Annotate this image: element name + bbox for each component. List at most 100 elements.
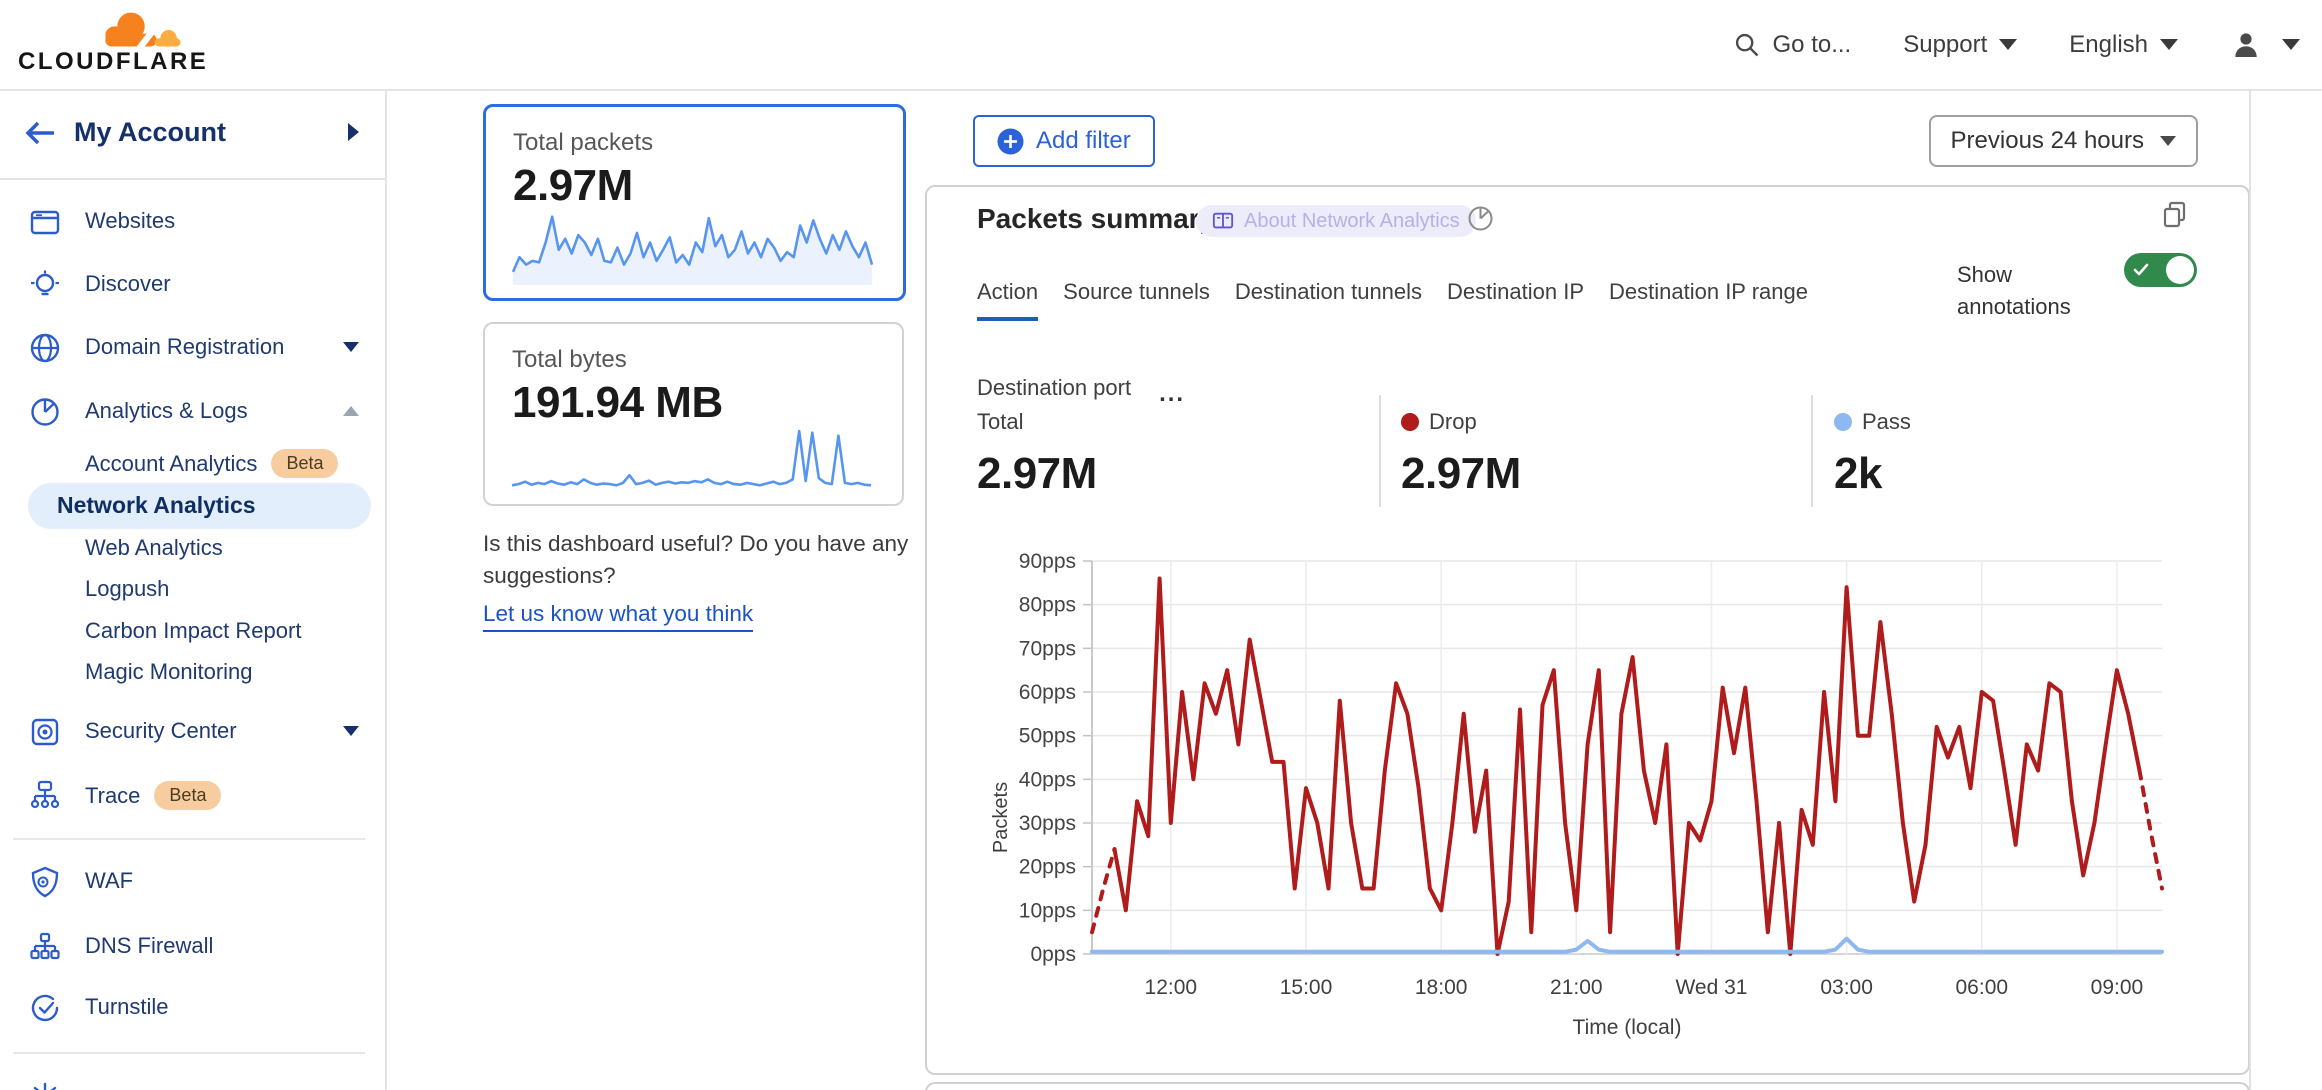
packets-sparkline xyxy=(510,207,875,287)
support-label: Support xyxy=(1903,31,1987,59)
total-bytes-card[interactable]: Total bytes 191.94 MB xyxy=(483,322,904,506)
chevron-down-icon xyxy=(343,342,359,352)
sidebar-item-label: DNS Firewall xyxy=(85,933,213,959)
goto-search[interactable]: Go to... xyxy=(1733,31,1852,59)
account-menu[interactable] xyxy=(2230,29,2300,61)
sidebar-item-web-analytics[interactable]: Web Analytics xyxy=(0,527,385,571)
sidebar-item-label: Logpush xyxy=(85,576,169,602)
check-circle-icon xyxy=(28,991,62,1025)
stat-total-value: 2.97M xyxy=(977,449,1097,499)
total-packets-value: 2.97M xyxy=(513,161,633,211)
feedback-link[interactable]: Let us know what you think xyxy=(483,598,753,632)
chevron-up-icon xyxy=(343,406,359,416)
sidebar-item-discover[interactable]: Discover xyxy=(0,263,385,307)
globe-icon xyxy=(28,331,62,365)
back-arrow-icon[interactable] xyxy=(20,115,60,151)
websites-icon xyxy=(28,205,62,239)
sidebar-item-label: TraceBeta xyxy=(85,781,221,810)
sidebar-item-waf[interactable]: WAF xyxy=(0,860,385,904)
tab-action[interactable]: Action xyxy=(977,279,1038,321)
total-bytes-label: Total bytes xyxy=(512,346,627,374)
sidebar-item-label: Network Analytics xyxy=(57,492,256,519)
check-icon xyxy=(2132,261,2150,279)
svg-text:0pps: 0pps xyxy=(1030,943,1076,966)
data-info-icon[interactable] xyxy=(1467,205,1494,237)
starburst-icon xyxy=(28,1076,62,1090)
hierarchy-icon xyxy=(28,930,62,964)
sidebar-item-dns-firewall[interactable]: DNS Firewall xyxy=(0,925,385,969)
stat-pass-label: Pass xyxy=(1862,409,1911,435)
sidebar-item-label: Domain Registration xyxy=(85,334,284,360)
sidebar-item-magic-monitoring[interactable]: Magic Monitoring xyxy=(0,651,385,695)
sidebar-divider xyxy=(13,838,365,840)
feedback-question: Is this dashboard useful? Do you have an… xyxy=(483,528,913,592)
more-tabs-button[interactable]: ... xyxy=(1159,380,1185,408)
cloudflare-dashboard: CLOUDFLARE Go to... Support English xyxy=(0,0,2322,1090)
chevron-down-icon xyxy=(343,726,359,736)
svg-text:60pps: 60pps xyxy=(1019,681,1076,704)
tab-source-tunnels[interactable]: Source tunnels xyxy=(1063,279,1210,321)
cloudflare-logo[interactable]: CLOUDFLARE xyxy=(18,4,208,84)
tab-destination-ip[interactable]: Destination IP xyxy=(1447,279,1584,321)
stat-divider xyxy=(1379,395,1381,507)
account-name: My Account xyxy=(74,117,226,148)
stat-pass-value: 2k xyxy=(1834,449,1911,499)
beta-badge: Beta xyxy=(154,781,221,810)
svg-text:09:00: 09:00 xyxy=(2091,976,2144,999)
dimension-tabs-row2: Destination port ... xyxy=(977,375,1185,413)
svg-text:21:00: 21:00 xyxy=(1550,976,1603,999)
sidebar-item-account-analytics[interactable]: Account AnalyticsBeta xyxy=(0,441,385,485)
sidebar-item-label: Websites xyxy=(85,208,175,234)
total-packets-card[interactable]: Total packets 2.97M xyxy=(483,104,906,301)
stat-drop-value: 2.97M xyxy=(1401,449,1521,499)
sidebar-item-logpush[interactable]: Logpush xyxy=(0,568,385,612)
toggle-knob xyxy=(2166,256,2194,284)
drop-dot xyxy=(1401,413,1419,431)
sidebar-item-turnstile[interactable]: Turnstile xyxy=(0,986,385,1030)
annotations-toggle[interactable] xyxy=(2124,253,2197,287)
stat-total-label: Total xyxy=(977,409,1023,435)
tab-destination-port[interactable]: Destination port xyxy=(977,375,1131,413)
svg-text:30pps: 30pps xyxy=(1019,812,1076,835)
stat-pass: Pass 2k xyxy=(1834,409,1911,499)
sidebar-item-label: Carbon Impact Report xyxy=(85,618,301,644)
sidebar-divider xyxy=(13,1052,365,1054)
sidebar-item-carbon-impact[interactable]: Carbon Impact Report xyxy=(0,610,385,654)
tab-destination-tunnels[interactable]: Destination tunnels xyxy=(1235,279,1422,321)
svg-text:80pps: 80pps xyxy=(1019,594,1076,617)
stat-divider xyxy=(1811,395,1813,507)
language-menu[interactable]: English xyxy=(2069,31,2178,59)
trace-icon xyxy=(28,778,62,812)
account-header[interactable]: My Account xyxy=(0,91,385,180)
support-menu[interactable]: Support xyxy=(1903,31,2017,59)
time-range-label: Previous 24 hours xyxy=(1951,127,2144,155)
svg-text:Wed 31: Wed 31 xyxy=(1675,976,1747,999)
sidebar-item-network-analytics[interactable]: Network Analytics xyxy=(0,483,385,529)
sidebar-item-partial[interactable] xyxy=(0,1066,385,1090)
time-range-dropdown[interactable]: Previous 24 hours xyxy=(1929,115,2198,167)
svg-text:15:00: 15:00 xyxy=(1280,976,1333,999)
top-bar-controls: Go to... Support English xyxy=(1733,0,2300,89)
dimension-tabs: Action Source tunnels Destination tunnel… xyxy=(977,279,1808,321)
content-right-border xyxy=(2249,91,2251,1090)
bytes-sparkline xyxy=(509,422,874,494)
sidebar-item-trace[interactable]: TraceBeta xyxy=(0,773,385,817)
add-filter-button[interactable]: Add filter xyxy=(973,115,1155,167)
sidebar-item-label: Magic Monitoring xyxy=(85,659,253,685)
top-bar: CLOUDFLARE Go to... Support English xyxy=(0,0,2322,91)
chevron-down-icon xyxy=(2282,39,2300,50)
plus-circle-icon xyxy=(997,128,1024,155)
sidebar-item-security-center[interactable]: Security Center xyxy=(0,710,385,754)
chevron-down-icon xyxy=(2160,136,2176,146)
svg-text:70pps: 70pps xyxy=(1019,637,1076,660)
about-network-analytics-pill[interactable]: About Network Analytics xyxy=(1196,205,1476,237)
sidebar-item-websites[interactable]: Websites xyxy=(0,200,385,244)
tab-destination-ip-range[interactable]: Destination IP range xyxy=(1609,279,1808,321)
svg-text:Time (local): Time (local) xyxy=(1573,1016,1682,1039)
duplicate-panel-icon[interactable] xyxy=(2160,199,2190,234)
svg-text:03:00: 03:00 xyxy=(1820,976,1873,999)
sidebar-item-domain-registration[interactable]: Domain Registration xyxy=(0,326,385,370)
sidebar-item-label: Discover xyxy=(85,271,171,297)
sidebar-item-analytics-logs[interactable]: Analytics & Logs xyxy=(0,390,385,434)
add-filter-label: Add filter xyxy=(1036,127,1131,155)
